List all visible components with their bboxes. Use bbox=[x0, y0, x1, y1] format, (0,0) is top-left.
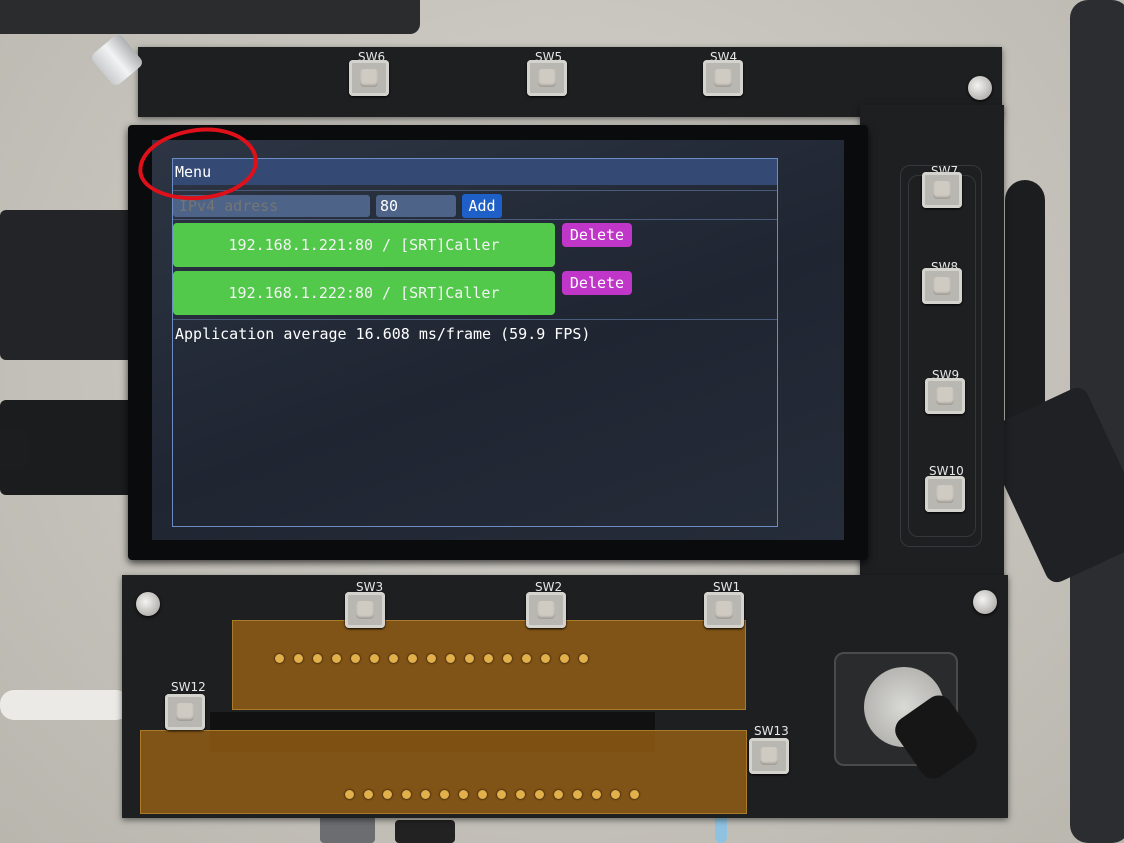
screw-bottom-right bbox=[973, 590, 997, 614]
fps-status-text: Application average 16.608 ms/frame (59.… bbox=[175, 325, 591, 343]
black-plug bbox=[395, 820, 455, 843]
sw12-label: SW12 bbox=[171, 680, 206, 694]
sw10-button[interactable] bbox=[925, 476, 965, 512]
screw-top-right bbox=[968, 76, 992, 100]
sw7-button[interactable] bbox=[922, 172, 962, 208]
sw12-button[interactable] bbox=[165, 694, 205, 730]
screw-bottom-left bbox=[136, 592, 160, 616]
port-input[interactable] bbox=[376, 195, 456, 217]
sw1-button[interactable] bbox=[704, 592, 744, 628]
lcd-screen: Menu Add 192.168.1.221:80 / [SRT]Caller … bbox=[152, 140, 844, 540]
connection-item-2[interactable]: 192.168.1.222:80 / [SRT]Caller bbox=[173, 271, 555, 315]
sw6-button[interactable] bbox=[349, 60, 389, 96]
sw13-label: SW13 bbox=[754, 724, 789, 738]
delete-button-1[interactable]: Delete bbox=[562, 223, 632, 247]
menu-window: Menu Add 192.168.1.221:80 / [SRT]Caller … bbox=[172, 158, 778, 527]
add-button[interactable]: Add bbox=[462, 194, 502, 218]
address-input-row: Add bbox=[173, 190, 777, 220]
right-cable-loop bbox=[1005, 180, 1045, 440]
sw5-button[interactable] bbox=[527, 60, 567, 96]
menu-titlebar[interactable]: Menu bbox=[173, 159, 777, 185]
rotary-encoder[interactable] bbox=[834, 652, 984, 785]
white-cable bbox=[0, 690, 130, 720]
sw2-button[interactable] bbox=[526, 592, 566, 628]
sw8-button[interactable] bbox=[922, 268, 962, 304]
sw3-button[interactable] bbox=[345, 592, 385, 628]
delete-button-2[interactable]: Delete bbox=[562, 271, 632, 295]
sw4-button[interactable] bbox=[703, 60, 743, 96]
pin-header-upper bbox=[275, 654, 588, 666]
list-separator bbox=[173, 319, 777, 320]
standoff-left bbox=[89, 32, 145, 88]
pin-header-lower bbox=[345, 790, 639, 802]
left-cable bbox=[0, 430, 30, 470]
sw13-button[interactable] bbox=[749, 738, 789, 774]
sw9-button[interactable] bbox=[925, 378, 965, 414]
laptop-edge bbox=[0, 0, 420, 34]
connection-item-1[interactable]: 192.168.1.221:80 / [SRT]Caller bbox=[173, 223, 555, 267]
